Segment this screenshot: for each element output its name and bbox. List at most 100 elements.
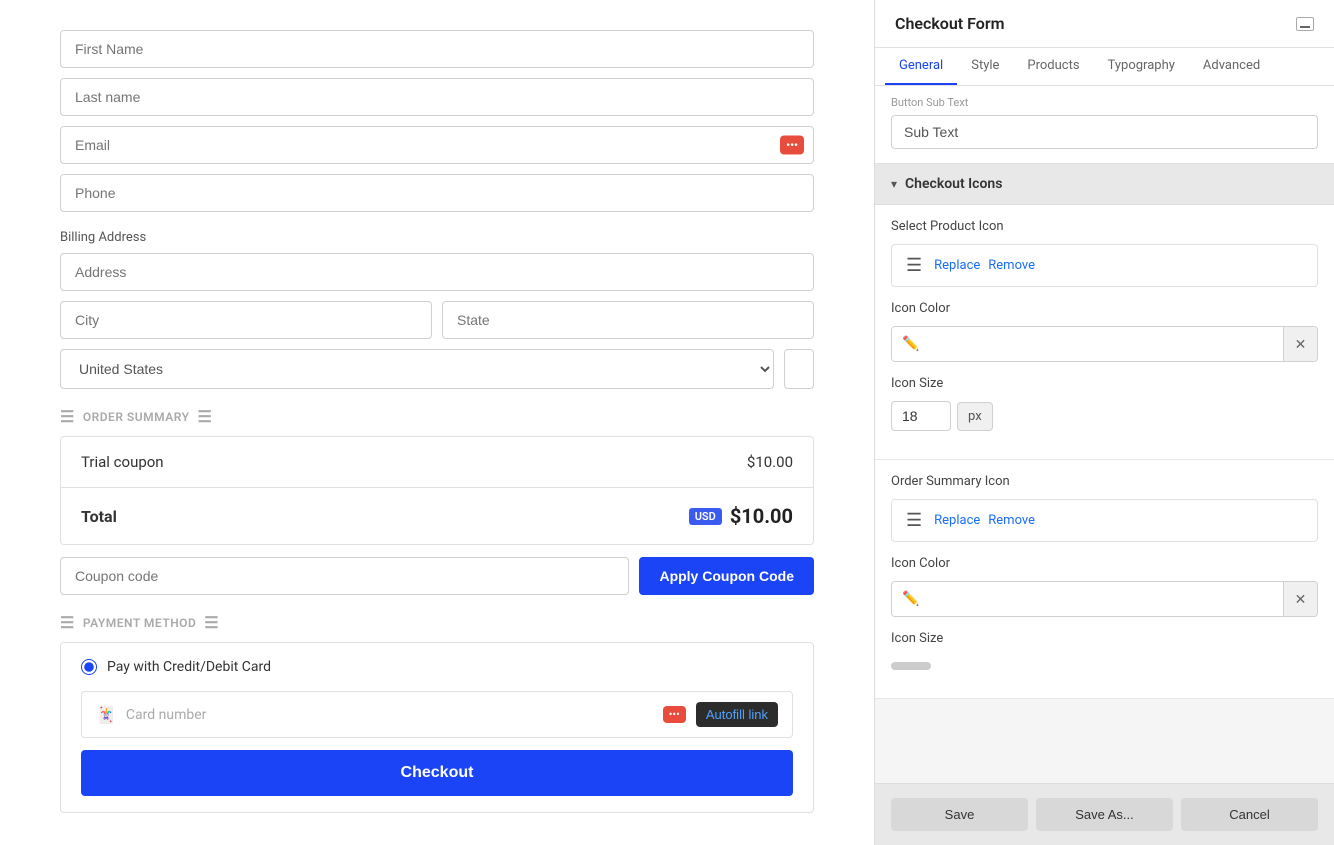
- payment-method-header: ☰ PAYMENT METHOD ☰: [60, 613, 814, 632]
- card-number-text: Card number: [126, 707, 653, 723]
- panel-header: Checkout Form: [875, 0, 1334, 48]
- billing-address-label: Billing Address: [60, 230, 814, 245]
- card-icon: 🃏: [96, 705, 116, 724]
- order-summary-label: ORDER SUMMARY: [83, 410, 190, 424]
- chevron-down-icon: ▾: [891, 177, 897, 191]
- order-icon-replace-link[interactable]: Replace: [934, 513, 980, 528]
- product-icon-remove-link[interactable]: Remove: [988, 258, 1035, 273]
- order-summary-icon-section: Order Summary Icon ☰ Replace Remove Icon…: [875, 460, 1334, 699]
- checkout-form-preview: ••• Billing Address United States ☰ ORDE…: [0, 0, 874, 845]
- order-summary-icon-preview: ☰ Replace Remove: [891, 499, 1318, 542]
- last-name-input[interactable]: [60, 78, 814, 116]
- city-state-row: [60, 301, 814, 339]
- email-wrapper: •••: [60, 126, 814, 164]
- tab-advanced[interactable]: Advanced: [1189, 48, 1274, 85]
- order-color-swatch: ✏️: [892, 582, 1283, 616]
- usd-badge: USD: [689, 508, 722, 525]
- product-icon-label: Select Product Icon: [891, 219, 1318, 234]
- apply-coupon-button[interactable]: Apply Coupon Code: [639, 557, 814, 595]
- payment-box: Pay with Credit/Debit Card 🃏 Card number…: [60, 642, 814, 813]
- minimize-icon: [1300, 26, 1310, 28]
- order-icon-size-row: [891, 656, 1318, 670]
- total-amount: USD $10.00: [689, 504, 793, 528]
- pay-credit-option[interactable]: Pay with Credit/Debit Card: [81, 659, 793, 675]
- autofill-button[interactable]: Autofill link: [696, 702, 778, 727]
- order-icon-color-picker[interactable]: ✏️ ✕: [891, 581, 1318, 617]
- payment-right-icon: ☰: [204, 613, 219, 632]
- email-input[interactable]: [60, 126, 814, 164]
- checkout-button[interactable]: Checkout: [81, 750, 793, 796]
- coupon-item-amount: $10.00: [747, 453, 793, 471]
- order-summary-icon-label: Order Summary Icon: [891, 474, 1318, 489]
- order-icon-size-slider[interactable]: [891, 662, 931, 670]
- product-color-swatch: ✏️: [892, 327, 1283, 361]
- product-icon-replace-link[interactable]: Replace: [934, 258, 980, 273]
- product-icon-size-input[interactable]: [891, 401, 951, 431]
- checkout-icons-label: Checkout Icons: [905, 176, 1002, 192]
- autofill-label: Autofill: [706, 707, 745, 722]
- total-row: Total USD $10.00: [61, 488, 813, 544]
- state-input[interactable]: [442, 301, 814, 339]
- email-badge: •••: [780, 136, 804, 155]
- right-panel: Checkout Form General Style Products Typ…: [874, 0, 1334, 845]
- zip-input[interactable]: [784, 349, 814, 389]
- panel-footer: Save Save As... Cancel: [875, 783, 1334, 845]
- cancel-button[interactable]: Cancel: [1181, 798, 1318, 831]
- card-number-row: 🃏 Card number ••• Autofill link: [81, 691, 793, 738]
- payment-left-icon: ☰: [60, 613, 75, 632]
- save-as-button[interactable]: Save As...: [1036, 798, 1173, 831]
- country-zip-row: United States: [60, 349, 814, 389]
- product-icon-actions: Replace Remove: [934, 258, 1035, 273]
- order-icon-color-label: Icon Color: [891, 556, 1318, 571]
- order-summary-left-icon: ☰: [60, 407, 75, 426]
- product-color-clear-button[interactable]: ✕: [1283, 327, 1317, 361]
- product-icon-preview: ☰ Replace Remove: [891, 244, 1318, 287]
- city-input[interactable]: [60, 301, 432, 339]
- order-summary-box: Trial coupon $10.00 Total USD $10.00: [60, 436, 814, 545]
- product-icon-size-row: px: [891, 401, 1318, 431]
- minimize-button[interactable]: [1296, 17, 1314, 31]
- save-button[interactable]: Save: [891, 798, 1028, 831]
- product-icon-size-label: Icon Size: [891, 376, 1318, 391]
- first-name-input[interactable]: [60, 30, 814, 68]
- total-value: $10.00: [730, 504, 793, 528]
- product-icon-color-label: Icon Color: [891, 301, 1318, 316]
- order-summary-icon-actions: Replace Remove: [934, 513, 1035, 528]
- panel-content: Button Sub Text ▾ Checkout Icons Select …: [875, 86, 1334, 783]
- order-summary-right-icon: ☰: [197, 407, 212, 426]
- address-input[interactable]: [60, 253, 814, 291]
- pay-credit-label: Pay with Credit/Debit Card: [107, 659, 271, 675]
- coupon-input[interactable]: [60, 557, 629, 595]
- product-list-icon: ☰: [906, 255, 922, 276]
- order-summary-list-icon: ☰: [906, 510, 922, 531]
- autofill-link[interactable]: link: [748, 707, 768, 722]
- pen-icon: ✏️: [902, 336, 919, 352]
- coupon-item-row: Trial coupon $10.00: [61, 437, 813, 488]
- panel-title: Checkout Form: [895, 14, 1004, 33]
- country-select[interactable]: United States: [60, 349, 774, 389]
- order-icon-remove-link[interactable]: Remove: [988, 513, 1035, 528]
- payment-method-label: PAYMENT METHOD: [83, 616, 196, 630]
- product-icon-section: Select Product Icon ☰ Replace Remove Ico…: [875, 205, 1334, 460]
- tab-style[interactable]: Style: [957, 48, 1013, 85]
- tab-general[interactable]: General: [885, 48, 957, 85]
- subtext-section-label: Button Sub Text: [891, 96, 1318, 109]
- dots-badge: •••: [663, 706, 686, 723]
- phone-input[interactable]: [60, 174, 814, 212]
- tab-products[interactable]: Products: [1013, 48, 1093, 85]
- subtext-section: Button Sub Text: [875, 86, 1334, 164]
- coupon-item-label: Trial coupon: [81, 453, 164, 471]
- pen-icon-2: ✏️: [902, 591, 919, 607]
- tabs-row: General Style Products Typography Advanc…: [875, 48, 1334, 86]
- coupon-row: Apply Coupon Code: [60, 557, 814, 595]
- total-label: Total: [81, 507, 117, 526]
- order-color-clear-button[interactable]: ✕: [1283, 582, 1317, 616]
- product-icon-color-picker[interactable]: ✏️ ✕: [891, 326, 1318, 362]
- order-icon-size-label: Icon Size: [891, 631, 1318, 646]
- product-icon-size-unit: px: [957, 402, 993, 431]
- pay-credit-radio[interactable]: [81, 659, 97, 675]
- tab-typography[interactable]: Typography: [1094, 48, 1189, 85]
- checkout-icons-accordion[interactable]: ▾ Checkout Icons: [875, 164, 1334, 205]
- order-summary-header: ☰ ORDER SUMMARY ☰: [60, 407, 814, 426]
- subtext-input[interactable]: [891, 115, 1318, 149]
